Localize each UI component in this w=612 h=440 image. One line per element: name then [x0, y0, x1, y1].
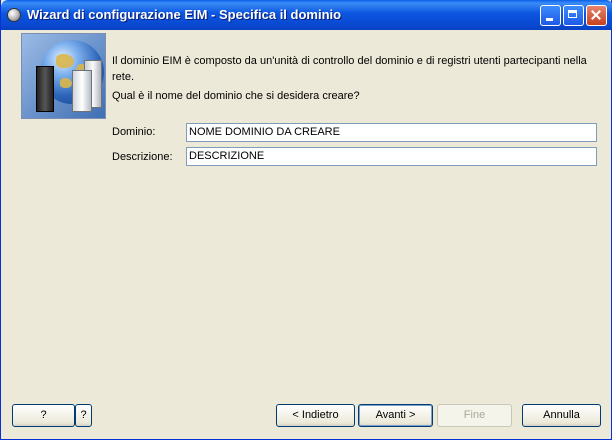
close-button[interactable] — [586, 5, 607, 26]
description-label: Descrizione: — [112, 151, 173, 163]
title-bar[interactable]: Wizard di configurazione EIM - Specifica… — [1, 0, 612, 30]
domain-label: Dominio: — [112, 126, 156, 138]
maximize-button[interactable] — [563, 5, 584, 26]
close-icon — [587, 6, 606, 25]
minimize-button[interactable] — [540, 5, 561, 26]
next-button[interactable]: Avanti > — [358, 404, 433, 427]
wizard-window: Wizard di configurazione EIM - Specifica… — [0, 0, 612, 440]
button-bar: ? ? < Indietro Avanti > Fine Annulla — [1, 395, 611, 439]
description-input[interactable]: DESCRIZIONE — [186, 147, 597, 166]
question-text: Qual è il nome del dominio che si deside… — [112, 90, 360, 102]
whats-this-button[interactable]: ? — [75, 404, 92, 427]
domain-name-input[interactable]: NOME DOMINIO DA CREARE — [186, 123, 597, 142]
server-graphic-black — [36, 66, 54, 112]
eim-globe-servers-icon — [21, 33, 106, 119]
help-button[interactable]: ? — [12, 404, 75, 427]
window-title: Wizard di configurazione EIM - Specifica… — [27, 7, 342, 22]
intro-text: Il dominio EIM è composto da un'unità di… — [112, 55, 587, 83]
minimize-icon — [541, 6, 560, 25]
server-graphic-white — [72, 70, 92, 112]
maximize-icon — [564, 6, 583, 25]
finish-button[interactable]: Fine — [437, 404, 512, 427]
cancel-button[interactable]: Annulla — [522, 404, 601, 427]
back-button[interactable]: < Indietro — [276, 404, 355, 427]
app-icon — [7, 8, 21, 22]
